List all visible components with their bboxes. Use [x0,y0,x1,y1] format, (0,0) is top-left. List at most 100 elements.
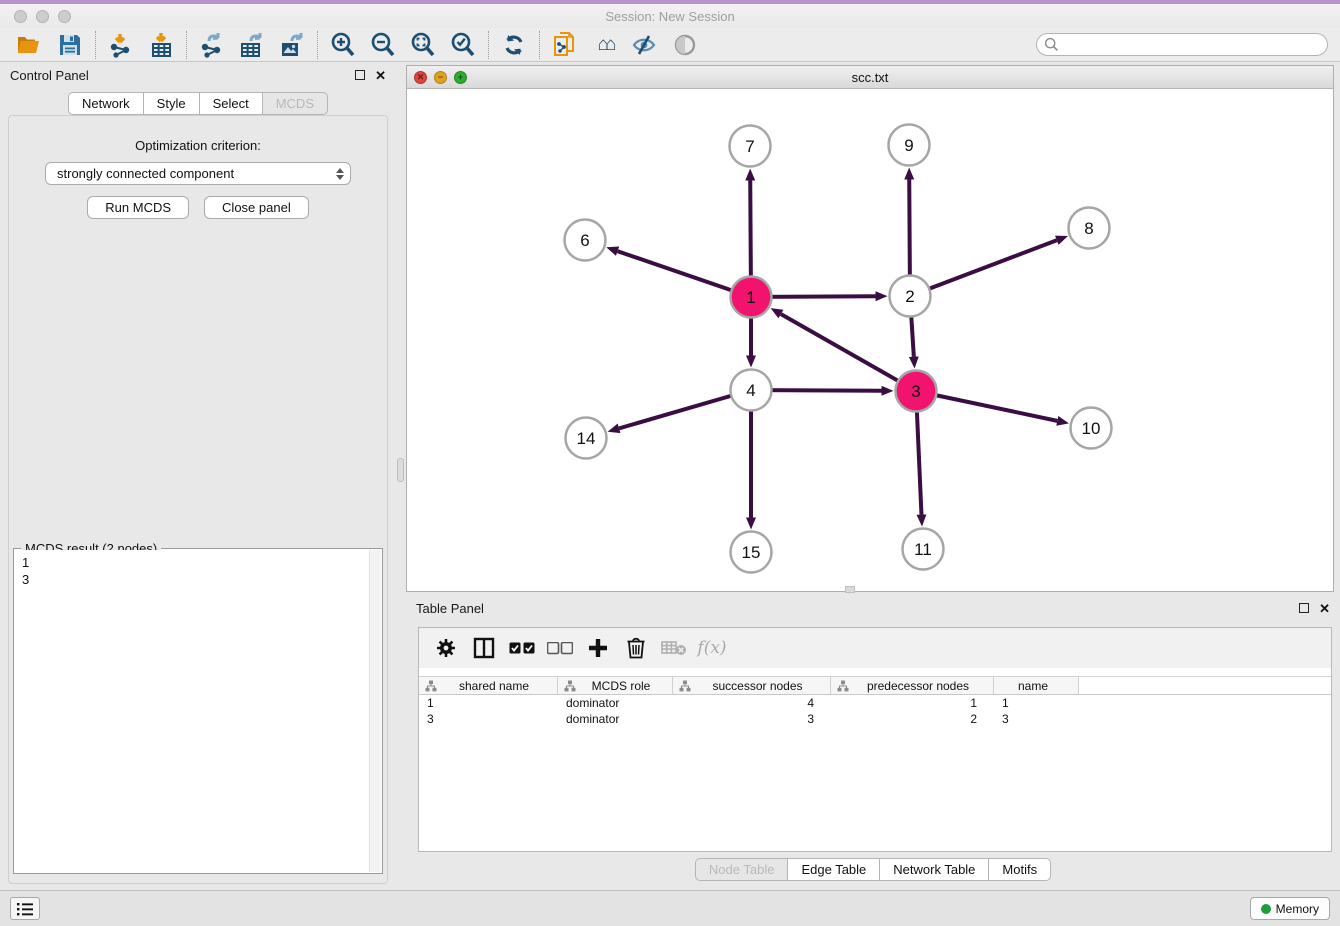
search-input[interactable] [1059,34,1327,55]
select-stepper-icon [336,168,344,180]
table-panel-tabs: Node TableEdge TableNetwork TableMotifs [406,858,1340,881]
import-table-button[interactable] [141,30,181,60]
cell-shared-name[interactable]: 1 [419,696,558,710]
tab-select[interactable]: Select [199,92,262,115]
graph-node-10[interactable]: 10 [1071,408,1112,449]
zoom-out-button[interactable] [363,30,403,60]
cell-successor-nodes[interactable]: 3 [673,712,831,726]
node-table[interactable]: shared name MCDS rolesuccessor nodesprede… [419,676,1331,727]
zoom-in-button[interactable] [323,30,363,60]
column-header-label: MCDS role [576,679,672,693]
table-row[interactable]: 3dominator323 [419,711,1331,727]
select-all-columns-button[interactable] [505,632,539,664]
main-toolbar: ⌂⌂ [0,28,1340,62]
import-table-icon [149,32,173,58]
network-graph[interactable]: 7 9 6 8 1 2 4 3 14 10 15 11 [407,89,1333,591]
table-toolbar: f(x) [419,628,1331,668]
table-panel-title: Table Panel [416,601,484,616]
float-panel-icon[interactable] [1299,603,1309,613]
refresh-icon [502,33,526,57]
column-header-successor-nodes[interactable]: successor nodes [673,677,831,694]
show-all-networks-button[interactable]: ⌂⌂ [585,30,625,60]
cell-predecessor-nodes[interactable]: 2 [831,712,994,726]
graph-node-2[interactable]: 2 [890,276,931,317]
table-settings-button[interactable] [429,632,463,664]
cell-shared-name[interactable]: 3 [419,712,558,726]
svg-text:10: 10 [1082,419,1101,438]
cell-name[interactable]: 3 [994,712,1079,726]
close-panel-icon[interactable]: ✕ [1319,602,1330,615]
graph-node-1[interactable]: 1 [731,277,772,318]
zoom-selected-button[interactable] [443,30,483,60]
table-panel-header: Table Panel ✕ [406,595,1340,621]
column-header-shared-name[interactable]: shared name [419,677,558,694]
memory-button[interactable]: Memory [1250,897,1330,920]
graph-edge-2-8[interactable] [910,240,1057,296]
svg-text:14: 14 [577,429,596,448]
graph-node-8[interactable]: 8 [1069,208,1110,249]
cell-MCDS-role[interactable]: dominator [558,696,673,710]
close-panel-button[interactable]: Close panel [204,196,309,219]
result-item[interactable]: 3 [22,571,369,588]
tab-network-table[interactable]: Network Table [879,858,988,881]
clone-network-button[interactable] [545,30,585,60]
cell-MCDS-role[interactable]: dominator [558,712,673,726]
toolbar-search[interactable] [1036,33,1328,56]
gear-icon [435,637,457,659]
hide-selected-button[interactable] [625,30,665,60]
tab-motifs[interactable]: Motifs [988,858,1051,881]
houses-icon: ⌂⌂ [598,35,613,54]
graph-node-7[interactable]: 7 [730,126,771,167]
float-panel-icon[interactable] [355,70,365,80]
graph-node-15[interactable]: 15 [731,532,772,573]
delete-column-button[interactable] [619,632,653,664]
save-session-button[interactable] [50,30,90,60]
tab-style[interactable]: Style [143,92,199,115]
column-layout-button[interactable] [467,632,501,664]
mcds-result-list[interactable]: 13 [15,550,369,872]
svg-text:15: 15 [742,543,761,562]
graph-edge-3-1[interactable] [781,314,916,391]
graph-node-9[interactable]: 9 [889,125,930,166]
network-window-titlebar[interactable]: ✕ − + scc.txt [407,66,1333,89]
graph-node-6[interactable]: 6 [565,220,606,261]
table-row[interactable]: 1dominator411 [419,695,1331,711]
deselect-all-columns-button[interactable] [543,632,577,664]
node-table-container: f(x) shared name MCDS rolesuccessor nodes… [418,627,1332,852]
refresh-button[interactable] [494,30,534,60]
show-graphics-details-button[interactable] [665,30,705,60]
zoom-fit-button[interactable] [403,30,443,60]
export-image-button[interactable] [272,30,312,60]
graph-node-11[interactable]: 11 [903,529,944,570]
import-network-button[interactable] [101,30,141,60]
graph-node-3[interactable]: 3 [896,371,937,412]
add-column-button[interactable] [581,632,615,664]
result-scrollbar[interactable] [369,550,381,872]
export-table-button[interactable] [232,30,272,60]
svg-text:3: 3 [911,382,920,401]
cell-successor-nodes[interactable]: 4 [673,696,831,710]
column-header-predecessor-nodes[interactable]: predecessor nodes [831,677,994,694]
run-mcds-button[interactable]: Run MCDS [87,196,189,219]
export-network-button[interactable] [192,30,232,60]
task-history-button[interactable] [10,897,40,920]
tab-edge-table[interactable]: Edge Table [787,858,879,881]
graph-node-14[interactable]: 14 [566,418,607,459]
network-window-resize-grip[interactable] [845,586,855,593]
cell-predecessor-nodes[interactable]: 1 [831,696,994,710]
open-file-button[interactable] [10,30,50,60]
toolbar-separator [95,31,96,59]
tab-network[interactable]: Network [68,92,143,115]
panel-splitter-grip[interactable] [397,458,404,482]
close-panel-icon[interactable]: ✕ [375,69,386,82]
tab-mcds[interactable]: MCDS [262,92,328,115]
result-item[interactable]: 1 [22,554,369,571]
optimization-criterion-select[interactable]: strongly connected component [45,162,351,185]
network-canvas[interactable]: 7 9 6 8 1 2 4 3 14 10 15 11 [407,89,1333,591]
column-header-MCDS-role[interactable]: MCDS role [558,677,673,694]
graph-node-4[interactable]: 4 [731,370,772,411]
cell-name[interactable]: 1 [994,696,1079,710]
column-header-name[interactable]: name [994,677,1079,694]
tab-node-table[interactable]: Node Table [695,858,788,881]
save-icon [59,34,81,56]
